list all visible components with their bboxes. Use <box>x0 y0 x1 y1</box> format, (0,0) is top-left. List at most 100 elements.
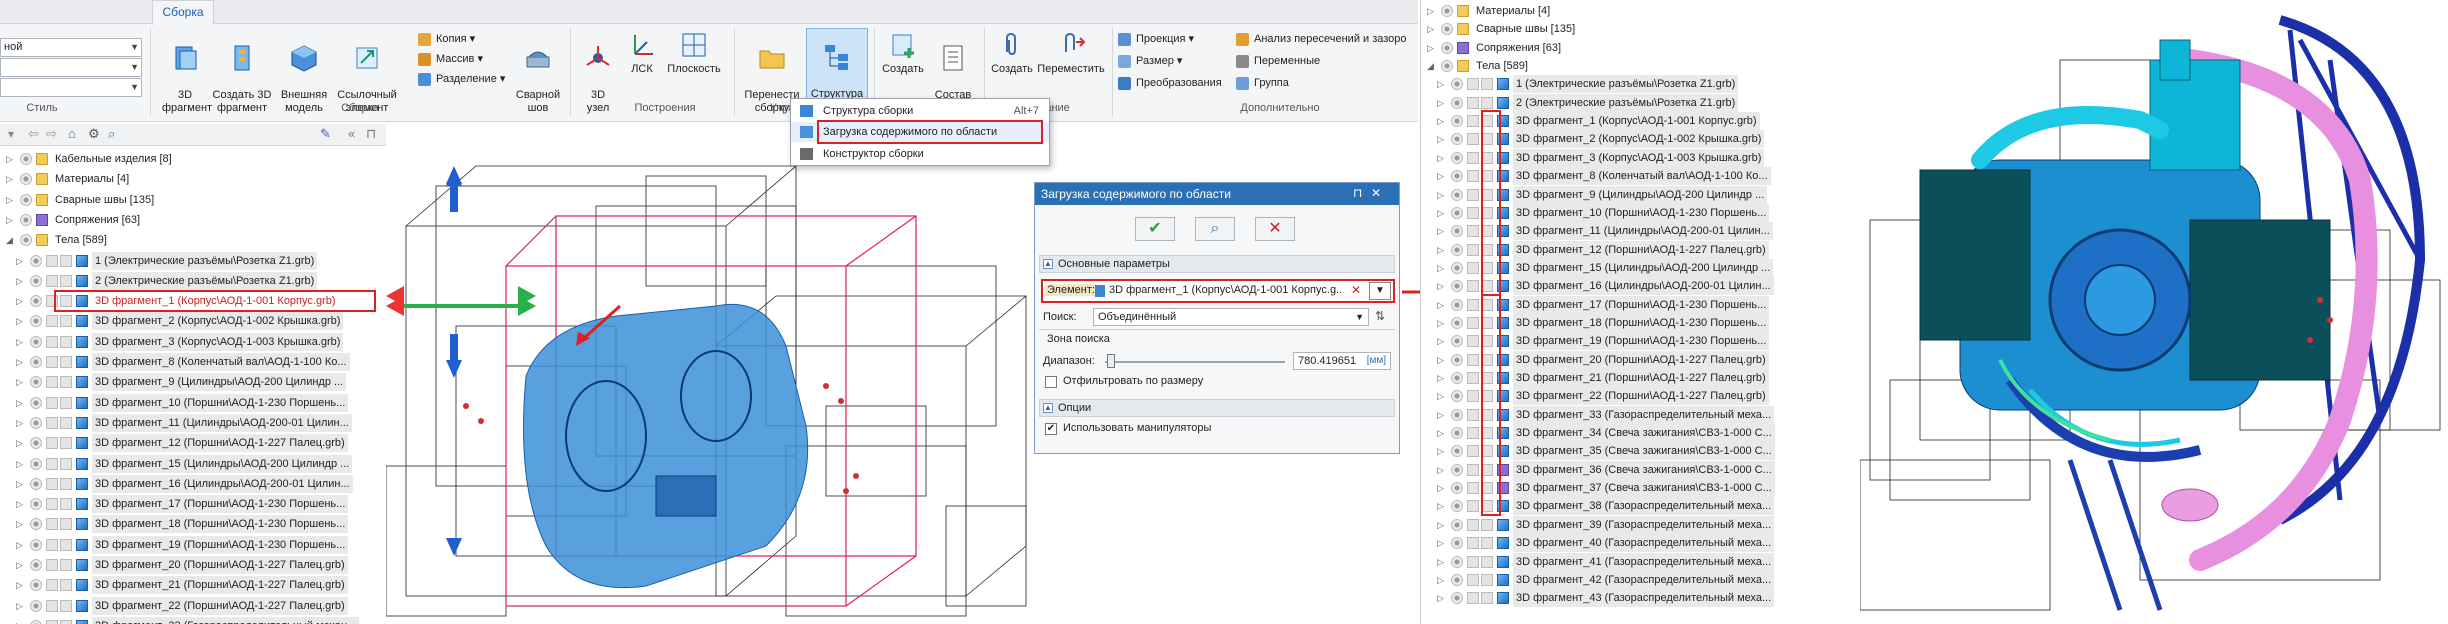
plane-button[interactable]: Плоскость <box>664 30 724 76</box>
visibility-icon[interactable] <box>30 518 42 531</box>
close-icon[interactable]: ✕ <box>1371 186 1381 200</box>
visibility-icon[interactable] <box>1451 206 1463 219</box>
clear-icon[interactable]: ✕ <box>1351 283 1361 297</box>
visibility-icon[interactable] <box>30 356 42 368</box>
visibility-icon[interactable] <box>1451 500 1463 513</box>
left-3d-viewport[interactable] <box>386 146 1036 624</box>
expand-icon[interactable]: ▷ <box>16 312 26 330</box>
expand-icon[interactable]: ▷ <box>16 373 26 391</box>
visibility-icon[interactable] <box>30 295 42 308</box>
visibility-icon[interactable] <box>1451 408 1463 421</box>
ok-button[interactable]: ✔ <box>1135 217 1175 241</box>
expand-icon[interactable]: ▷ <box>1427 2 1437 20</box>
expand-icon[interactable]: ▷ <box>1437 130 1447 148</box>
expand-icon[interactable]: ▷ <box>16 252 26 270</box>
visibility-icon[interactable] <box>1451 170 1463 183</box>
tree-row-part[interactable]: ▷ 3D фрагмент_16 (Цилиндры\АОД-200-01 Цил… <box>0 474 386 493</box>
wrench-icon[interactable]: ✎ <box>320 126 331 142</box>
style-combo-1[interactable]: ной ▼ <box>0 38 142 57</box>
expand-icon[interactable]: ▷ <box>1437 516 1447 534</box>
style-combo-3[interactable]: ▼ <box>0 78 142 97</box>
visibility-icon[interactable] <box>1451 555 1463 568</box>
visibility-icon[interactable] <box>1451 280 1463 293</box>
section-main-params[interactable]: ▲ Основные параметры <box>1039 255 1395 273</box>
expand-icon[interactable]: ▷ <box>16 617 26 624</box>
pin-icon[interactable]: ⊓ <box>1353 186 1362 200</box>
tree-row-part[interactable]: ▷ 3D фрагмент_12 (Поршни\АОД-1-227 Палец.… <box>0 434 386 453</box>
expand-icon[interactable]: ▷ <box>1437 296 1447 314</box>
expand-icon[interactable]: ▷ <box>1437 186 1447 204</box>
tree-row-part[interactable]: ▷ 3D фрагмент_22 (Поршни\АОД-1-227 Палец.… <box>0 596 386 615</box>
chevron-down-icon[interactable]: ▼ <box>1369 282 1391 300</box>
search-mode-select[interactable]: Объединённый ▼ <box>1093 308 1369 326</box>
lcs-button[interactable]: ЛСК <box>622 30 662 76</box>
visibility-icon[interactable] <box>30 619 42 624</box>
move-button[interactable]: Переместить <box>1036 30 1106 76</box>
assembly-structure-button[interactable]: Структура сборки <box>806 28 868 113</box>
tree-row-folder[interactable]: ▷ Сопряжения [63] <box>0 211 386 229</box>
expand-icon[interactable]: ▷ <box>16 414 26 432</box>
expand-icon[interactable]: ▷ <box>16 495 26 513</box>
transforms-menu[interactable]: Преобразования <box>1118 74 1222 92</box>
visibility-icon[interactable] <box>1451 353 1463 366</box>
expand-icon[interactable]: ▷ <box>16 576 26 594</box>
expand-icon[interactable]: ▷ <box>16 353 26 371</box>
expand-icon[interactable]: ▷ <box>1437 442 1447 460</box>
visibility-icon[interactable] <box>1441 60 1453 73</box>
visibility-icon[interactable] <box>1451 133 1463 146</box>
expand-icon[interactable]: ▷ <box>16 272 26 290</box>
expand-icon[interactable]: ▷ <box>1437 277 1447 295</box>
tree-row-folder[interactable]: ▷ Сварные швы [135] <box>1421 20 1861 38</box>
visibility-icon[interactable] <box>1451 372 1463 384</box>
options-icon[interactable]: ⇅ <box>1375 309 1385 323</box>
expand-icon[interactable]: ▷ <box>1437 424 1447 442</box>
visibility-icon[interactable] <box>30 315 42 328</box>
visibility-icon[interactable] <box>30 457 42 470</box>
expand-icon[interactable]: ▷ <box>1437 94 1447 112</box>
visibility-icon[interactable] <box>30 416 42 429</box>
expand-icon[interactable]: ◢ <box>1427 57 1437 75</box>
visibility-icon[interactable] <box>1451 518 1463 531</box>
filter-size-checkbox[interactable] <box>1045 376 1057 388</box>
expand-icon[interactable]: ▷ <box>1437 167 1447 185</box>
section-options[interactable]: ▲ Опции <box>1039 399 1395 417</box>
visibility-icon[interactable] <box>20 213 32 226</box>
expand-icon[interactable]: ▷ <box>1437 75 1447 93</box>
filter-icon[interactable]: ▾ <box>8 127 14 141</box>
visibility-icon[interactable] <box>1441 5 1453 17</box>
tree-row-part[interactable]: ▷ 3D фрагмент_11 (Цилиндры\АОД-200-01 Цил… <box>0 413 386 432</box>
expand-icon[interactable]: ▷ <box>1427 20 1437 38</box>
expand-icon[interactable]: ◢ <box>6 231 16 249</box>
3d-fragment-button[interactable]: 3D фрагмент <box>162 30 212 115</box>
visibility-icon[interactable] <box>1451 78 1463 91</box>
expand-icon[interactable]: ▷ <box>16 292 26 310</box>
tree-row-folder[interactable]: ▷ Кабельные изделия [8] <box>0 150 386 168</box>
expand-icon[interactable]: ▷ <box>16 536 26 554</box>
cancel-button[interactable]: ✕ <box>1255 217 1295 241</box>
expand-icon[interactable]: ▷ <box>16 333 26 351</box>
projection-menu[interactable]: Проекция ▾ <box>1118 30 1194 48</box>
expand-icon[interactable]: ▷ <box>16 515 26 533</box>
expand-icon[interactable]: ▷ <box>1437 479 1447 497</box>
tree-row-part[interactable]: ▷ 2 (Электрические разъёмы\Розетка Z1.grb… <box>1421 93 1861 112</box>
visibility-icon[interactable] <box>30 274 42 287</box>
expand-icon[interactable]: ▷ <box>6 211 16 229</box>
expand-icon[interactable]: ▷ <box>1437 332 1447 350</box>
expand-icon[interactable]: ▷ <box>1437 534 1447 552</box>
visibility-icon[interactable] <box>1451 96 1463 109</box>
tree-row-folder[interactable]: ▷ Сопряжения [63] <box>1421 39 1861 57</box>
visibility-icon[interactable] <box>1451 225 1463 238</box>
size-menu[interactable]: Размер ▾ <box>1118 52 1182 70</box>
visibility-icon[interactable] <box>20 193 32 206</box>
right-3d-viewport[interactable] <box>1860 0 2448 624</box>
tree-row-part[interactable]: ▷ 3D фрагмент_10 (Поршни\АОД-1-230 Поршен… <box>0 393 386 412</box>
tree-row-part[interactable]: ▷ 2 (Электрические разъёмы\Розетка Z1.grb… <box>0 271 386 290</box>
style-combo-2[interactable]: ▼ <box>0 58 142 77</box>
range-slider[interactable] <box>1105 361 1285 363</box>
visibility-icon[interactable] <box>30 579 42 592</box>
tree-row-part[interactable]: ▷ 1 (Электрические разъёмы\Розетка Z1.grb… <box>0 251 386 270</box>
tree-row-part[interactable]: ▷ 3D фрагмент_20 (Поршни\АОД-1-227 Палец.… <box>0 556 386 574</box>
visibility-icon[interactable] <box>1451 427 1463 440</box>
tree-row-part[interactable]: ▷ 3D фрагмент_18 (Поршни\АОД-1-230 Поршен… <box>0 515 386 534</box>
visibility-icon[interactable] <box>30 477 42 490</box>
